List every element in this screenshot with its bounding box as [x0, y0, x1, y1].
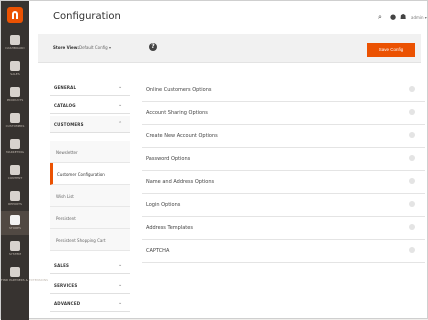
- expand-icon: [409, 201, 415, 207]
- tab-customer-configuration[interactable]: Customer Configuration: [50, 163, 130, 185]
- sidebar-item-system[interactable]: SYSTEM: [1, 237, 29, 261]
- section-title: Password Options: [146, 156, 191, 162]
- section-captcha[interactable]: CAPTCHA: [142, 240, 425, 263]
- section-login-options[interactable]: Login Options: [142, 194, 425, 217]
- sidebar-item-label: FIND PARTNERS & EXTENSIONS: [1, 278, 49, 282]
- tab-label: Persistent Shopping Cart: [56, 238, 106, 243]
- section-title: Name and Address Options: [146, 179, 215, 185]
- sidebar-item-customers[interactable]: CUSTOMERS: [1, 109, 29, 133]
- tab-group-services[interactable]: SERVICES ⌄: [50, 277, 130, 294]
- chevron-down-icon: ⌄: [118, 84, 123, 90]
- page-title: Configuration: [53, 11, 121, 22]
- expand-icon: [409, 132, 415, 138]
- tab-group-general[interactable]: GENERAL ⌄: [50, 79, 130, 96]
- section-title: Online Customers Options: [146, 87, 212, 93]
- bell-icon[interactable]: ●: [390, 14, 396, 21]
- section-title: CAPTCHA: [146, 248, 170, 254]
- section-create-new-account-options[interactable]: Create New Account Options: [142, 125, 425, 148]
- section-title: Create New Account Options: [146, 133, 218, 139]
- section-title: Address Templates: [146, 225, 193, 231]
- tab-group-label: CATALOG: [54, 103, 76, 108]
- tab-group-label: GENERAL: [54, 85, 77, 90]
- sidebar-item-label: CONTENT: [7, 176, 23, 180]
- tab-group-catalog[interactable]: CATALOG ⌄: [50, 97, 130, 114]
- cube-icon: [10, 87, 20, 97]
- search-icon[interactable]: ⌕: [378, 14, 382, 21]
- sidebar-item-find-partners[interactable]: FIND PARTNERS & EXTENSIONS: [1, 263, 49, 287]
- scope-switcher[interactable]: Default Config ▾: [79, 45, 111, 50]
- reports-icon: [10, 191, 20, 201]
- sidebar-item-label: DASHBOARD: [5, 46, 25, 50]
- section-password-options[interactable]: Password Options: [142, 148, 425, 171]
- sidebar-item-label: SYSTEM: [9, 252, 21, 256]
- expand-icon: [409, 224, 415, 230]
- expand-icon: [409, 178, 415, 184]
- scope-label: Store View:: [53, 45, 80, 50]
- tab-group-customers[interactable]: CUSTOMERS ⌃: [50, 116, 130, 133]
- user-icon[interactable]: ☗: [400, 14, 407, 21]
- sidebar-item-label: SALES: [10, 72, 20, 76]
- sidebar-item-label: STORES: [9, 226, 21, 230]
- tab-group-label: SERVICES: [54, 283, 78, 288]
- tab-wish-list[interactable]: Wish List: [50, 185, 130, 207]
- sidebar-item-label: MARKETING: [6, 150, 24, 154]
- chevron-down-icon: ⌄: [118, 262, 123, 268]
- sidebar-item-dashboard[interactable]: DASHBOARD: [1, 31, 29, 55]
- admin-sidebar: DASHBOARD SALES PRODUCTS CUSTOMERS MARKE…: [1, 1, 49, 320]
- customers-icon: [10, 113, 20, 123]
- sidebar-item-products[interactable]: PRODUCTS: [1, 83, 29, 107]
- section-name-and-address-options[interactable]: Name and Address Options: [142, 171, 425, 194]
- sidebar-item-label: REPORTS: [8, 202, 22, 206]
- megaphone-icon: [10, 139, 20, 149]
- tab-persistent[interactable]: Persistent: [50, 207, 130, 229]
- config-tabs: GENERAL ⌄ CATALOG ⌄ CUSTOMERS ⌃ Newslett…: [50, 79, 130, 312]
- tab-group-label: ADVANCED: [54, 301, 81, 306]
- expand-icon: [409, 247, 415, 253]
- tab-group-label: CUSTOMERS: [54, 122, 84, 127]
- expand-icon: [409, 155, 415, 161]
- tab-group-label: SALES: [54, 263, 70, 268]
- section-account-sharing-options[interactable]: Account Sharing Options: [142, 102, 425, 125]
- store-icon: [10, 215, 20, 225]
- chevron-up-icon: ⌃: [118, 121, 123, 127]
- chevron-down-icon: ⌄: [118, 282, 123, 288]
- help-icon[interactable]: ?: [149, 43, 157, 51]
- section-title: Account Sharing Options: [146, 110, 208, 116]
- sidebar-item-content[interactable]: CONTENT: [1, 161, 29, 185]
- sidebar-item-label: PRODUCTS: [6, 98, 24, 102]
- content-icon: [10, 165, 20, 175]
- tab-label: Customer Configuration: [57, 172, 105, 177]
- sidebar-item-label: CUSTOMERS: [5, 124, 25, 128]
- chevron-down-icon: ⌄: [118, 300, 123, 306]
- tab-label: Persistent: [56, 216, 76, 221]
- save-config-button[interactable]: Save Config: [367, 43, 415, 57]
- extensions-icon: [10, 267, 20, 277]
- page-actions-toolbar: Store View: Default Config ▾ ? Save Conf…: [38, 34, 421, 63]
- tab-label: Wish List: [56, 194, 74, 199]
- tab-label: Newsletter: [56, 150, 78, 155]
- dashboard-icon: [10, 35, 20, 45]
- tab-persistent-shopping-cart[interactable]: Persistent Shopping Cart: [50, 229, 130, 251]
- chevron-down-icon: ⌄: [118, 102, 123, 108]
- expand-icon: [409, 86, 415, 92]
- tab-group-advanced[interactable]: ADVANCED ⌄: [50, 295, 130, 312]
- section-online-customers-options[interactable]: Online Customers Options: [142, 79, 425, 102]
- dollar-icon: [10, 61, 20, 71]
- admin-window: DASHBOARD SALES PRODUCTS CUSTOMERS MARKE…: [0, 0, 428, 320]
- sidebar-item-marketing[interactable]: MARKETING: [1, 135, 29, 159]
- page-header: Configuration ⌕ ● ☗ admin ▾: [29, 1, 428, 35]
- sidebar-item-stores[interactable]: STORES: [1, 211, 29, 235]
- gear-icon: [10, 241, 20, 251]
- section-title: Login Options: [146, 202, 181, 208]
- admin-user-menu[interactable]: admin ▾: [411, 14, 427, 21]
- expand-icon: [409, 109, 415, 115]
- sidebar-item-sales[interactable]: SALES: [1, 57, 29, 81]
- section-address-templates[interactable]: Address Templates: [142, 217, 425, 240]
- sidebar-item-reports[interactable]: REPORTS: [1, 187, 29, 211]
- magento-logo[interactable]: [7, 7, 23, 23]
- tab-newsletter[interactable]: Newsletter: [50, 141, 130, 163]
- tab-group-sales[interactable]: SALES ⌄: [50, 257, 130, 274]
